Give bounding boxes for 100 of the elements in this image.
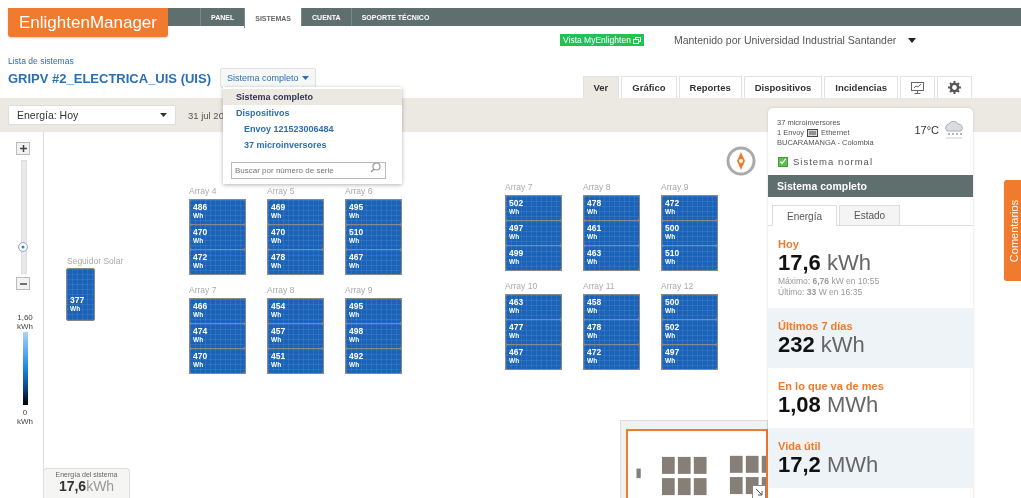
panel-value: 478: [271, 253, 286, 262]
panel-value: 458: [587, 298, 602, 307]
stat-title: Hoy: [778, 238, 800, 250]
array-label: Array 9: [661, 182, 690, 194]
array-label: Array 11: [583, 281, 616, 293]
array-label: Array 10: [505, 281, 539, 293]
panel-value: 470: [193, 228, 208, 237]
search-icon: [370, 162, 381, 173]
status-text: Sistema normal: [793, 156, 873, 167]
caret-icon: [301, 76, 309, 80]
panel-value: 502: [665, 323, 680, 332]
panel-value: 478: [587, 323, 602, 332]
panel-value: 474: [193, 327, 208, 336]
array-label: Array 12: [661, 281, 695, 293]
stat-title: Últimos 7 días: [778, 320, 854, 332]
rain-cloud-icon: [943, 121, 965, 139]
menu-item[interactable]: Sistema completo: [223, 89, 402, 105]
settings-tab[interactable]: [937, 76, 972, 98]
array-label: Array 4: [189, 186, 218, 198]
legend-max: 1,60 kWh: [16, 313, 34, 331]
panel-value: 497: [509, 224, 524, 233]
array-label: Array 7: [505, 182, 534, 194]
stat-value: 232 kWh: [778, 332, 866, 358]
zoom-out-button[interactable]: [16, 277, 30, 290]
panel-value: 510: [665, 249, 680, 258]
stat-value: 17,6 kWh: [778, 250, 872, 276]
caret-icon: [160, 113, 167, 117]
array-label: Array 6: [345, 186, 374, 198]
plus-icon: [19, 145, 27, 152]
stat-detail: Máximo: 6,76 kW en 10:55: [778, 276, 881, 287]
panel-value: 499: [509, 249, 524, 258]
minus-icon: [19, 282, 27, 285]
summary-tab[interactable]: Energía: [772, 205, 838, 226]
panel-value: 510: [349, 228, 364, 237]
panel-value: 472: [193, 253, 208, 262]
menu-item[interactable]: 37 microinversores: [223, 137, 402, 153]
system-energy-value: 17,6kWh: [58, 478, 115, 494]
monitor-icon: [911, 81, 924, 94]
panel-value: 498: [349, 327, 364, 336]
scope-header: Sistema completo: [768, 175, 973, 197]
panel-value: 463: [509, 298, 524, 307]
serial-search-field[interactable]: Buscar por número de serie: [231, 162, 386, 179]
panel-value: 457: [271, 327, 286, 336]
panel-value: 466: [193, 302, 208, 311]
stat-value: 17,2 MWh: [778, 452, 880, 478]
array-label: Seguidor Solar: [67, 256, 124, 268]
compass-icon: [726, 146, 756, 176]
panel-value: 495: [349, 203, 364, 212]
display-tab[interactable]: [900, 76, 935, 98]
external-link-icon: [632, 36, 641, 44]
summary-tab[interactable]: Estado: [839, 205, 901, 225]
stat-title: En lo que va de mes: [778, 380, 885, 392]
view-tab[interactable]: Reportes: [678, 76, 742, 98]
panel-value: 469: [271, 203, 286, 212]
menu-item[interactable]: Envoy 121523006484: [223, 121, 402, 137]
ethernet-icon: [807, 129, 819, 137]
maintainer-text: Mantenido por Universidad Industrial Santander: [673, 34, 897, 46]
energy-select[interactable]: Energía: Hoy: [8, 105, 176, 125]
panel-value: 470: [193, 352, 208, 361]
panel-value: 497: [665, 348, 680, 357]
zoom-slider[interactable]: [21, 160, 27, 274]
panel-value: 472: [665, 199, 680, 208]
panel-value: 495: [349, 302, 364, 311]
breadcrumb-link[interactable]: Lista de sistemas: [8, 56, 316, 66]
array-label: Array 8: [583, 182, 612, 194]
panel-value: 377: [70, 296, 85, 305]
panel-value: 500: [665, 298, 680, 307]
view-tab[interactable]: Ver: [582, 76, 620, 98]
view-tab[interactable]: Gráfico: [621, 76, 677, 98]
array-label: Array 5: [267, 186, 296, 198]
panel-value: 461: [587, 224, 602, 233]
view-tab[interactable]: Dispositivos: [743, 76, 823, 98]
panel-value: 467: [509, 348, 524, 357]
menu-item[interactable]: Dispositivos: [223, 105, 402, 121]
array-label: Array 8: [267, 285, 296, 297]
system-title: GRIPV #2_ELECTRICA_UIS (UIS): [8, 70, 211, 86]
view-tab[interactable]: Incidencias: [824, 76, 898, 98]
array-label: Array 9: [345, 285, 374, 297]
slider-thumb[interactable]: [18, 242, 28, 253]
panel-value: 486: [193, 203, 208, 212]
stat-title: Vida útil: [778, 440, 822, 452]
expand-icon[interactable]: [752, 485, 766, 498]
panel-value: 454: [271, 302, 286, 311]
stat-value: 1,08 MWh: [778, 392, 880, 418]
array-label: Array 7: [189, 285, 218, 297]
zoom-in-button[interactable]: [16, 142, 30, 155]
panel-value: 451: [271, 352, 286, 361]
settings-icon: [948, 81, 961, 94]
minimap[interactable]: [620, 420, 768, 498]
panel-value: 492: [349, 352, 364, 361]
scope-dropdown[interactable]: Sistema completo: [220, 68, 316, 88]
stat-detail: Último: 33 W en 16:35: [778, 287, 864, 298]
caret-icon[interactable]: [908, 37, 917, 43]
temperature: 17°C: [914, 124, 939, 136]
panel-value: 500: [665, 224, 680, 233]
panel-value: 467: [349, 253, 364, 262]
panel-value: 463: [587, 249, 602, 258]
legend-min: 0 kWh: [16, 408, 34, 426]
panel-value: 470: [271, 228, 286, 237]
panel-value: 472: [587, 348, 602, 357]
